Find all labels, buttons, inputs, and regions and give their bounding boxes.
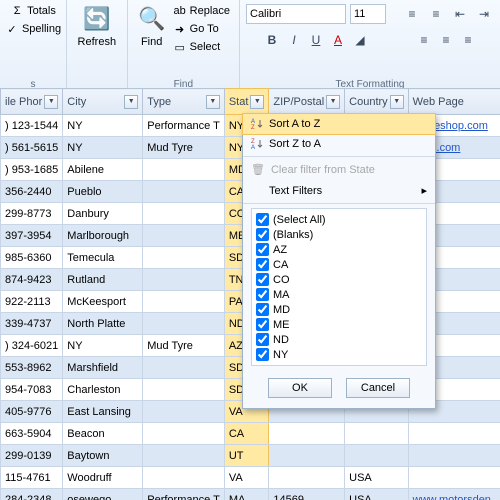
column-header-type[interactable]: Type▼ xyxy=(143,89,225,115)
filter-dropdown-icon[interactable]: ▼ xyxy=(326,95,340,109)
column-header-web[interactable]: Web Page▼ xyxy=(408,89,500,115)
refresh-icon: 🔄 xyxy=(83,5,111,33)
filter-dropdown-icon[interactable]: ▼ xyxy=(206,95,220,109)
filter-dropdown-icon[interactable]: ▼ xyxy=(124,95,138,109)
checkbox[interactable] xyxy=(256,243,269,256)
filter-check-item[interactable]: ME xyxy=(254,317,424,332)
chevron-right-icon: ▸ xyxy=(421,184,427,197)
indent-dec-icon[interactable]: ⇤ xyxy=(450,4,470,24)
clear-filter-icon: 🗑 xyxy=(251,163,265,176)
web-link[interactable]: www.motorsden xyxy=(413,494,491,500)
column-header-zip[interactable]: ZIP/Postal▼ xyxy=(269,89,345,115)
checkbox[interactable] xyxy=(256,318,269,331)
search-icon: 🔍 xyxy=(138,5,166,33)
table-row[interactable]: 284-2348osewegoPerformance TMA14569USAww… xyxy=(1,489,500,500)
filter-checklist[interactable]: (Select All)(Blanks)AZCACOMAMDMENDNY xyxy=(251,208,427,366)
column-header-state[interactable]: Stat▼ xyxy=(224,89,269,115)
replace-button[interactable]: abReplace xyxy=(170,2,233,20)
checkbox[interactable] xyxy=(256,258,269,271)
totals-button[interactable]: ΣTotals xyxy=(7,2,59,20)
cursor-icon: ▭ xyxy=(173,40,187,54)
filter-check-item[interactable]: NY xyxy=(254,347,424,362)
text-filters-button[interactable]: Text Filters ▸ xyxy=(243,180,435,201)
filter-check-item[interactable]: AZ xyxy=(254,242,424,257)
select-button[interactable]: ▭Select xyxy=(170,38,233,56)
align-center-button[interactable]: ≡ xyxy=(436,30,456,50)
column-header-city[interactable]: City▼ xyxy=(63,89,143,115)
table-row[interactable]: 663-5904BeaconCA xyxy=(1,423,500,445)
svg-text:A: A xyxy=(251,145,255,150)
column-header-country[interactable]: Country▼ xyxy=(345,89,409,115)
find-button[interactable]: 🔍Find xyxy=(134,2,170,56)
font-size-select[interactable]: 11 xyxy=(350,4,386,24)
sort-az-icon: AZ xyxy=(251,118,263,130)
filter-dropdown-icon[interactable]: ▼ xyxy=(250,95,264,109)
filter-dropdown: AZ Sort A to Z ZA Sort Z to A 🗑 Clear fi… xyxy=(242,113,436,409)
cancel-button[interactable]: Cancel xyxy=(346,378,410,398)
checkbox[interactable] xyxy=(256,228,269,241)
font-color-button[interactable]: A xyxy=(328,30,348,50)
table-row[interactable]: 115-4761WoodruffVAUSA xyxy=(1,467,500,489)
list-numbered-icon[interactable]: ≡ xyxy=(426,4,446,24)
checkbox[interactable] xyxy=(256,333,269,346)
checkbox[interactable] xyxy=(256,213,269,226)
italic-button[interactable]: I xyxy=(284,30,304,50)
filter-check-item[interactable]: (Select All) xyxy=(254,212,424,227)
sigma-icon: Σ xyxy=(10,4,24,18)
align-right-button[interactable]: ≡ xyxy=(458,30,478,50)
replace-icon: ab xyxy=(173,4,187,18)
filter-check-item[interactable]: MA xyxy=(254,287,424,302)
spellcheck-icon: ✓ xyxy=(5,22,19,36)
checkbox[interactable] xyxy=(256,303,269,316)
indent-inc-icon[interactable]: ⇥ xyxy=(474,4,494,24)
sort-za-button[interactable]: ZA Sort Z to A xyxy=(243,134,435,154)
filter-check-item[interactable]: CA xyxy=(254,257,424,272)
spelling-button[interactable]: ✓Spelling xyxy=(2,20,64,38)
fill-color-button[interactable]: ◢ xyxy=(350,30,370,50)
ok-button[interactable]: OK xyxy=(268,378,332,398)
sort-az-button[interactable]: AZ Sort A to Z xyxy=(242,113,436,135)
filter-check-item[interactable]: MD xyxy=(254,302,424,317)
font-family-select[interactable]: Calibri xyxy=(246,4,346,24)
filter-check-item[interactable]: ND xyxy=(254,332,424,347)
filter-check-item[interactable]: CO xyxy=(254,272,424,287)
underline-button[interactable]: U xyxy=(306,30,326,50)
column-header-phone[interactable]: ile Phor▼ xyxy=(1,89,63,115)
table-row[interactable]: 299-0139BaytownUT xyxy=(1,445,500,467)
svg-text:Z: Z xyxy=(251,125,255,130)
checkbox[interactable] xyxy=(256,273,269,286)
list-bullets-icon[interactable]: ≡ xyxy=(402,4,422,24)
goto-button[interactable]: ➜Go To xyxy=(170,20,233,38)
filter-dropdown-icon[interactable]: ▼ xyxy=(390,95,404,109)
filter-check-item[interactable]: (Blanks) xyxy=(254,227,424,242)
bold-button[interactable]: B xyxy=(262,30,282,50)
clear-filter-button: 🗑 Clear filter from State xyxy=(243,159,435,180)
arrow-right-icon: ➜ xyxy=(173,22,187,36)
checkbox[interactable] xyxy=(256,288,269,301)
checkbox[interactable] xyxy=(256,348,269,361)
sort-za-icon: ZA xyxy=(251,138,263,150)
align-left-button[interactable]: ≡ xyxy=(414,30,434,50)
filter-dropdown-icon[interactable]: ▼ xyxy=(44,95,58,109)
refresh-button[interactable]: 🔄Refresh xyxy=(74,2,121,51)
